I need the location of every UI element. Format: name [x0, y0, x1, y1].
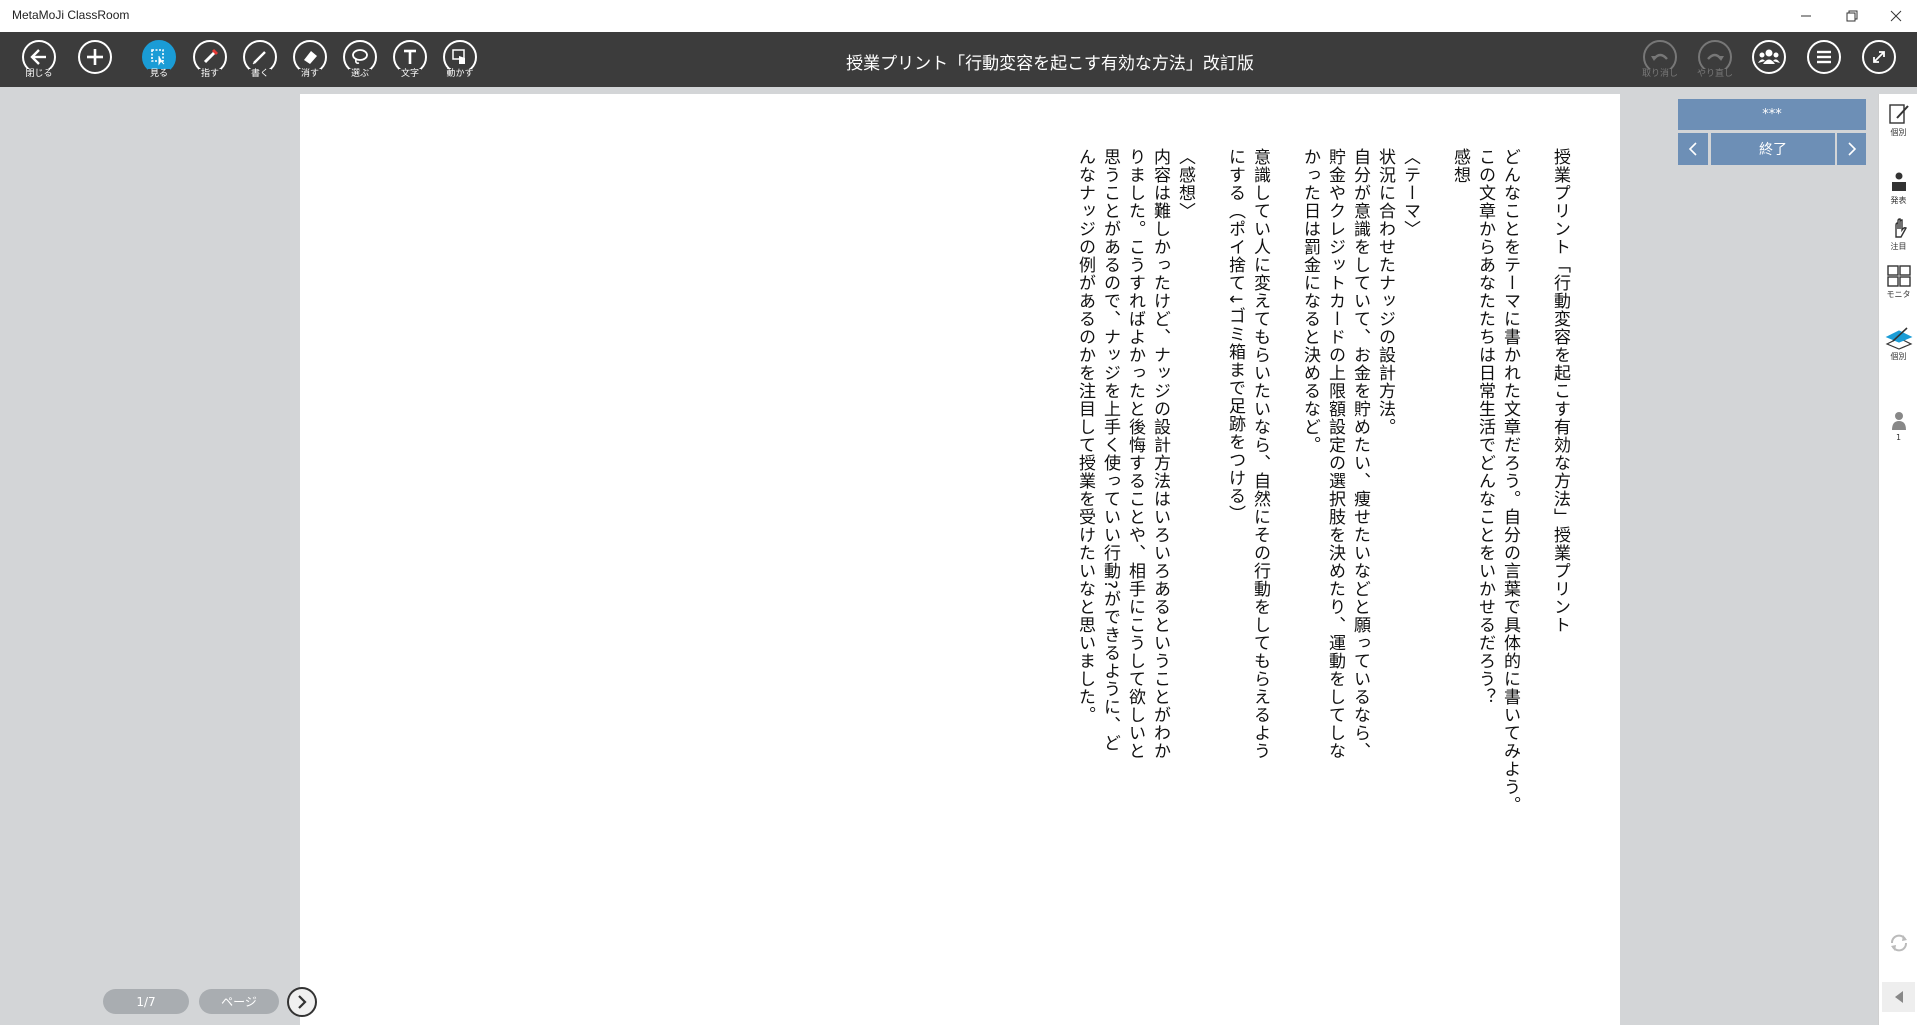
page-indicator-text: 1/7	[136, 994, 156, 1009]
line-8: 状況に合わせたナッジの設計方法。	[1375, 148, 1395, 436]
end-session-label: 終了	[1759, 142, 1787, 158]
sidebar-item-monitor[interactable]: モニタ	[1882, 264, 1915, 310]
chevron-left-icon	[1688, 142, 1697, 156]
session-panel-header: ***	[1678, 99, 1866, 130]
line-3: どんなことをテーマに書かれた文章だろう。自分の言葉で具体的に書いてみよう。	[1500, 148, 1520, 814]
sync-button[interactable]	[1882, 932, 1915, 978]
sidebar-item-present[interactable]: 発表	[1882, 170, 1915, 216]
page-button-label: ページ	[221, 995, 257, 1009]
group-icon	[1752, 40, 1786, 74]
line-4: この文章からあなたたちは日常生活でどんなことをいかせるだろう？	[1475, 148, 1495, 706]
sidebar-label-attention: 注目	[1890, 242, 1907, 251]
line-13: 意識してい人に変えてもらいたいなら、自然にその行動をしてもらえるよう	[1250, 148, 1270, 760]
sidebar-label-user-count: 1	[1895, 433, 1902, 442]
sidebar-label-present: 発表	[1890, 196, 1907, 205]
layers-icon	[1885, 327, 1912, 350]
page-button[interactable]: ページ	[199, 989, 279, 1014]
undo-label: 取り消し	[1640, 69, 1680, 80]
presenter-icon	[1891, 172, 1906, 191]
panel-prev-button[interactable]	[1678, 133, 1708, 165]
next-page-button[interactable]	[287, 987, 317, 1017]
line-1: 授業プリント「行動変容を起こす有効な方法」授業プリント	[1550, 148, 1570, 634]
participants-button[interactable]	[1749, 40, 1789, 84]
line-16: 〈感想〉	[1175, 148, 1195, 220]
app-title: MetaMoJi ClassRoom	[12, 8, 130, 22]
line-20: んなナッジの例があるのかを注目して授業を受けたいなと思いました。	[1075, 148, 1095, 724]
line-19: 思うことがあるので、ナッジを上手く使っていい行動?ができるように、ど	[1100, 148, 1120, 753]
undo-button[interactable]: 取り消し	[1640, 40, 1680, 84]
line-18: りました。こうすればよかったと後悔することや、相手にこうして欲しいと	[1125, 148, 1145, 760]
sidebar-label-individual: 個別	[1890, 128, 1907, 137]
main-toolbar: 閉じる 見る 指す 書く 消す 選ぶ 文字 動かす 授業プリント「行動変容を起こ…	[0, 32, 1917, 87]
page-indicator[interactable]: 1/7	[103, 989, 189, 1014]
line-5: 感想	[1450, 148, 1470, 184]
sidebar-item-individual[interactable]: 個別	[1882, 102, 1915, 148]
expand-button[interactable]	[1859, 40, 1899, 84]
sidebar-item-users[interactable]: 1	[1882, 410, 1915, 456]
window-title-bar: MetaMoJi ClassRoom	[0, 0, 1917, 33]
restore-button[interactable]	[1829, 0, 1875, 32]
document-page[interactable]: 授業プリント「行動変容を起こす有効な方法」授業プリント どんなことをテーマに書か…	[300, 94, 1620, 1025]
line-10: 貯金やクレジットカードの上限額設定の選択肢を決めたり、運動をしてしな	[1325, 148, 1345, 760]
close-window-button[interactable]	[1873, 0, 1917, 32]
line-14: にする（ポイ捨て↓ゴミ箱まで足跡をつける）	[1225, 148, 1245, 524]
menu-button[interactable]	[1804, 40, 1844, 84]
redo-label: やり直し	[1695, 69, 1735, 80]
triangle-left-icon	[1894, 991, 1903, 1003]
document-text: 授業プリント「行動変容を起こす有効な方法」授業プリント どんなことをテーマに書か…	[1072, 148, 1572, 814]
end-session-button[interactable]: 終了	[1711, 133, 1835, 165]
monitor-grid-icon	[1886, 265, 1911, 287]
panel-next-button[interactable]	[1837, 133, 1866, 165]
restore-icon	[1846, 10, 1858, 22]
sidebar-label-individual-layer: 個別	[1890, 352, 1907, 361]
line-11: かった日は罰金になると決めるなど。	[1300, 148, 1320, 454]
right-sidebar: 個別 発表 注目 モニタ 個別 1	[1878, 94, 1917, 1025]
sync-icon	[1890, 934, 1907, 952]
hamburger-menu-icon	[1807, 40, 1841, 74]
person-icon	[1891, 412, 1906, 430]
expand-icon	[1862, 40, 1896, 74]
line-17: 内容は難しかったけど、ナッジの設計方法はいろいろあるということがわか	[1150, 148, 1170, 760]
sidebar-label-monitor: モニタ	[1886, 290, 1911, 299]
document-title: 授業プリント「行動変容を起こす有効な方法」改訂版	[846, 54, 1254, 74]
sidebar-item-attention[interactable]: 注目	[1882, 216, 1915, 262]
attention-hand-icon	[1894, 218, 1907, 238]
redo-button[interactable]: やり直し	[1695, 40, 1735, 84]
line-9: 自分が意識をしていて、お金を貯めたい、痩せたいなどと願っているなら、	[1350, 148, 1370, 760]
minimize-button[interactable]	[1783, 0, 1829, 32]
chevron-right-icon	[1847, 142, 1856, 156]
line-7: 〈テーマ〉	[1400, 148, 1420, 238]
write-pen-icon	[1888, 104, 1909, 124]
close-icon	[1890, 10, 1902, 22]
sidebar-collapse-button[interactable]	[1882, 982, 1915, 1012]
sidebar-item-individual-layer[interactable]: 個別	[1882, 326, 1915, 372]
chevron-right-icon	[298, 995, 307, 1009]
minimize-icon	[1801, 15, 1811, 17]
